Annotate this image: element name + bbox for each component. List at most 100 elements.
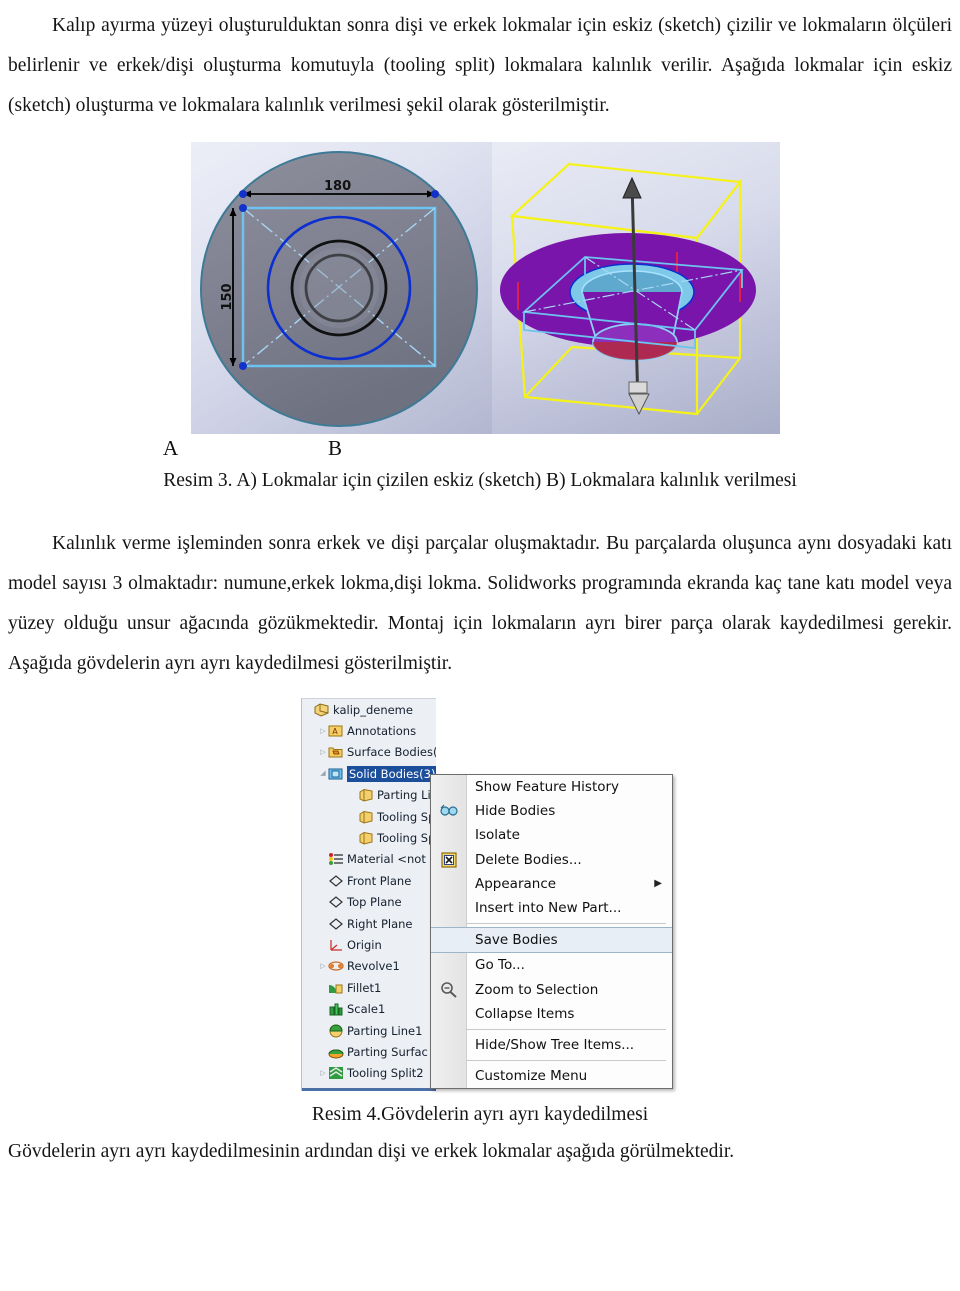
tree-item-scale1[interactable]: Scale1 [302,998,436,1019]
menu-separator [467,1028,666,1030]
figure-4-caption: Resim 4.Gövdelerin ayrı ayrı kaydedilmes… [311,1104,649,1125]
menu-item-label: Appearance [475,875,557,892]
tree-item-tooling-sp[interactable]: Tooling Sp [302,806,436,827]
menu-item-hide-show-tree-items[interactable]: Hide/Show Tree Items... [431,1033,672,1057]
tree-item-kalip-deneme[interactable]: kalip_deneme [302,699,436,720]
tree-item-fillet1[interactable]: Fillet1 [302,977,436,998]
tree-item-label: Revolve1 [347,959,400,974]
figure-b-tooling-split-view [492,142,780,434]
material-icon [328,852,344,866]
menu-item-label: Insert into New Part... [475,900,622,917]
menu-item-insert-into-new-part[interactable]: Insert into New Part... [431,896,672,920]
scale-icon [328,1002,344,1016]
tree-item-tooling-sp[interactable]: Tooling Sp [302,827,436,848]
solid-bodies-icon [328,767,344,781]
menu-item-save-bodies[interactable]: Save Bodies [431,927,672,954]
tree-item-label: Front Plane [347,873,412,888]
tree-item-material-not[interactable]: Material <not [302,849,436,870]
menu-item-zoom-to-selection[interactable]: Zoom to Selection [431,978,672,1002]
plane-icon [328,895,344,909]
parting-line-icon [328,1024,344,1038]
paragraph-1: Kalıp ayırma yüzeyi oluşturulduktan sonr… [8,15,952,116]
menu-item-customize-menu[interactable]: Customize Menu [431,1064,672,1088]
menu-item-label: Save Bodies [475,932,558,949]
zoom-icon [439,981,459,999]
body-icon [358,810,374,824]
document-body: Kalıp ayırma yüzeyi oluşturulduktan sonr… [0,0,960,1172]
tree-item-label: Tooling Sp [377,809,436,824]
tree-item-label: Solid Bodies(3) [347,765,436,782]
expand-arrow-icon[interactable]: ▷ [318,962,328,970]
origin-icon [328,938,344,952]
expand-arrow-icon[interactable]: ▷ [318,1069,328,1077]
tree-item-front-plane[interactable]: Front Plane [302,870,436,891]
menu-item-label: Isolate [475,827,520,844]
figure-3-caption: Resim 3. A) Lokmalar için çizilen eskiz … [163,470,797,491]
menu-item-hide-bodies[interactable]: Hide Bodies [431,799,672,823]
figure-a-sketch-view: 180 150 [191,142,492,434]
menu-item-appearance[interactable]: Appearance ▶ [431,872,672,896]
tree-item-label: Scale1 [347,1002,386,1017]
tree-item-label: Parting Surfac [347,1044,428,1059]
tree-item-parting-line1[interactable]: Parting Line1 [302,1020,436,1041]
tree-item-parting-lin[interactable]: Parting Lin [302,785,436,806]
expand-arrow-icon[interactable]: ▷ [318,727,328,735]
menu-item-collapse-items[interactable]: Collapse Items [431,1002,672,1026]
menu-item-label: Collapse Items [475,1005,575,1022]
tree-item-label: Annotations [347,724,417,739]
tree-item-label: Material <not [347,852,426,867]
menu-item-label: Delete Bodies... [475,851,582,868]
tree-item-revolve1[interactable]: ▷ Revolve1 [302,956,436,977]
menu-item-label: Hide/Show Tree Items... [475,1036,635,1053]
tree-item-surface-bodies-3[interactable]: ▷ Surface Bodies(3) [302,742,436,763]
bodies-context-menu[interactable]: Show Feature History Hide Bodies Isolate De… [430,774,673,1090]
figure-resim-4: kalip_deneme ▷ A Annotations ▷ Surface Bodies… [8,698,952,1098]
figure-letters: A B [8,436,952,466]
part-icon [314,703,330,717]
menu-item-isolate[interactable]: Isolate [431,823,672,847]
tree-item-label: Surface Bodies(3) [347,745,436,760]
expand-arrow-icon[interactable]: ◢ [318,770,328,777]
feature-manager-tree[interactable]: kalip_deneme ▷ A Annotations ▷ Surface Bodies… [301,698,436,1091]
menu-item-delete-bodies[interactable]: Delete Bodies... [431,848,672,872]
figure-resim-3: 180 150 [8,142,952,434]
menu-item-show-feature-history[interactable]: Show Feature History [431,775,672,799]
annotations-icon: A [328,724,344,738]
tree-item-right-plane[interactable]: Right Plane [302,913,436,934]
menu-item-label: Hide Bodies [475,803,556,820]
tree-item-origin[interactable]: Origin [302,934,436,955]
tree-item-tooling-split2[interactable]: ▷ Tooling Split2 [302,1063,436,1084]
delete-icon [439,851,459,869]
figure-letter-b: B [328,436,343,460]
paragraph-2: Kalınlık verme işleminden sonra erkek ve… [8,533,952,674]
solidworks-screenshot: kalip_deneme ▷ A Annotations ▷ Surface Bodies… [301,698,676,1095]
glasses-icon [439,802,459,820]
body-icon [358,831,374,845]
tree-item-top-plane[interactable]: Top Plane [302,892,436,913]
svg-text:180: 180 [324,179,351,194]
fillet-icon [328,981,344,995]
body-icon [358,788,374,802]
tree-item-label: Tooling Sp [377,831,436,846]
expand-arrow-icon[interactable]: ▷ [318,748,328,756]
tree-item-label: Right Plane [347,916,413,931]
menu-item-label: Customize Menu [475,1068,588,1085]
paragraph-3: Gövdelerin ayrı ayrı kaydedilmesinin ard… [8,1141,735,1162]
tree-item-label: Tooling Split2 [347,1066,424,1081]
svg-text:A: A [332,727,338,736]
menu-item-label: Go To... [475,957,525,974]
plane-icon [328,874,344,888]
tree-item-label: kalip_deneme [333,702,413,717]
sketch-svg: 180 150 [200,151,478,427]
svg-text:150: 150 [220,283,235,310]
tree-item-parting-surfac[interactable]: Parting Surfac [302,1041,436,1062]
surface-bodies-icon [328,745,344,759]
tree-item-label: Parting Line1 [347,1023,423,1038]
tree-item-annotations[interactable]: ▷ A Annotations [302,720,436,741]
menu-item-label: Zoom to Selection [475,981,599,998]
menu-item-label: Show Feature History [475,779,620,796]
tree-item-solid-bodies-3[interactable]: ◢ Solid Bodies(3) [302,763,436,784]
menu-item-go-to[interactable]: Go To... [431,953,672,977]
parting-surface-icon [328,1045,344,1059]
tree-item-label: Origin [347,937,382,952]
